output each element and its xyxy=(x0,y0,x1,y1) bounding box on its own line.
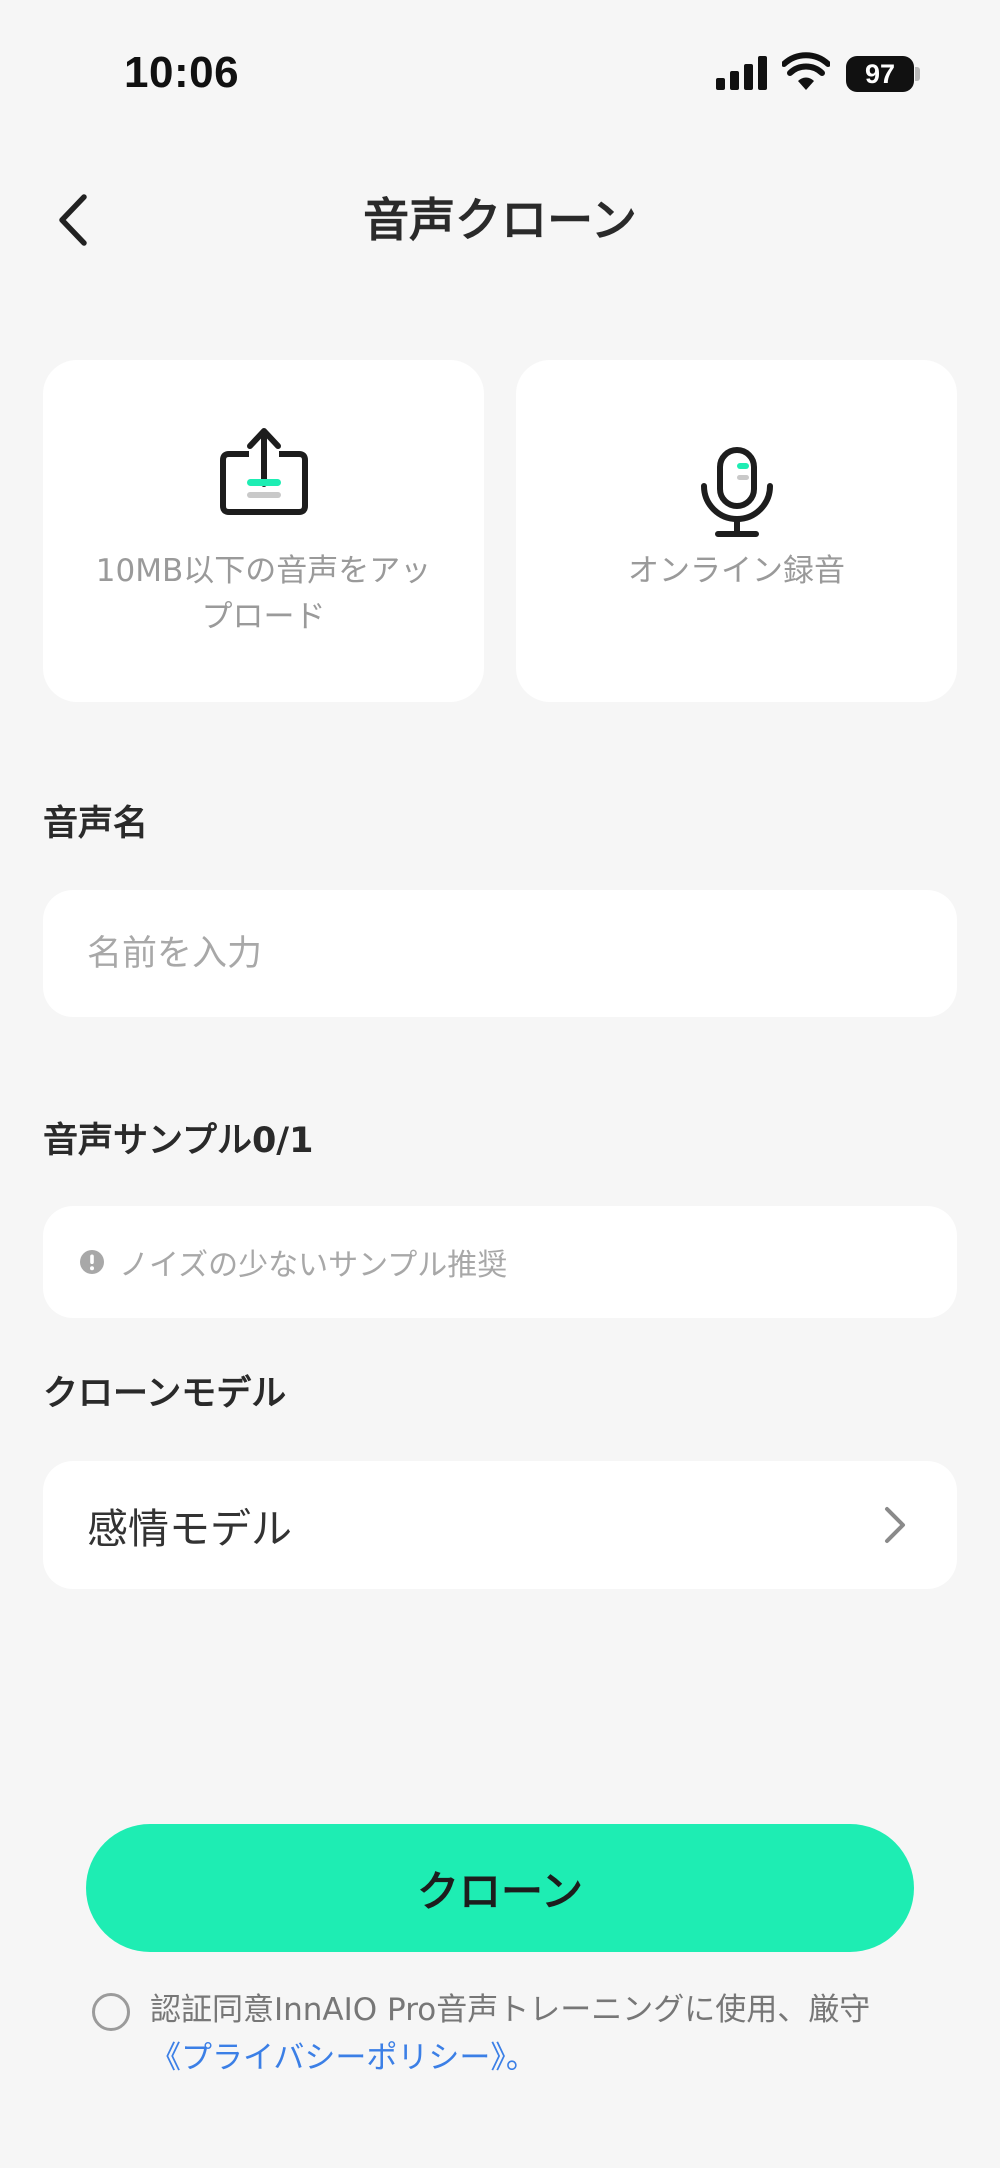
cellular-signal-icon xyxy=(716,56,767,90)
status-bar: 10:06 97 xyxy=(0,0,1000,150)
battery-indicator: 97 xyxy=(846,56,914,92)
online-record-label: オンライン録音 xyxy=(628,553,845,589)
battery-tip xyxy=(915,67,920,81)
microphone-icon xyxy=(700,447,773,537)
voice-name-input[interactable] xyxy=(87,890,907,1017)
voice-name-field xyxy=(43,890,957,1017)
status-time: 10:06 xyxy=(124,48,240,97)
agreement-suffix: 。 xyxy=(505,2040,537,2076)
info-alert-icon xyxy=(80,1250,104,1274)
wifi-icon xyxy=(782,52,830,90)
chevron-left-icon xyxy=(59,194,87,246)
upload-audio-label: 10MB以下の音声をアップロード xyxy=(95,553,432,635)
clone-model-value: 感情モデル xyxy=(87,1505,292,1553)
upload-icon xyxy=(219,428,308,515)
back-button[interactable] xyxy=(48,190,98,250)
agreement-statement: 認証同意InnAIO Pro音声トレーニングに使用、厳守 xyxy=(150,1992,871,2028)
chevron-right-icon xyxy=(885,1507,905,1543)
voice-sample-label: 音声サンプル0/1 xyxy=(43,1121,314,1161)
upload-audio-card[interactable]: 10MB以下の音声をアップロード xyxy=(43,360,484,702)
voice-name-label: 音声名 xyxy=(43,804,149,844)
voice-sample-hint: ノイズの少ないサンプル推奨 xyxy=(119,1248,508,1283)
clone-model-label: クローンモデル xyxy=(43,1374,287,1414)
online-record-card[interactable]: オンライン録音 xyxy=(516,360,957,702)
agreement-checkbox[interactable] xyxy=(92,1993,130,2031)
clone-model-selector[interactable]: 感情モデル xyxy=(43,1461,957,1589)
agreement-text: 認証同意InnAIO Pro音声トレーニングに使用、厳守 《プライバシーポリシー… xyxy=(150,1986,910,2082)
privacy-policy-link[interactable]: 《プライバシーポリシー》 xyxy=(150,2040,506,2076)
page-title: 音声クローン xyxy=(363,193,637,247)
voice-sample-area[interactable]: ノイズの少ないサンプル推奨 xyxy=(43,1206,957,1318)
clone-button[interactable]: クローン xyxy=(86,1824,914,1952)
